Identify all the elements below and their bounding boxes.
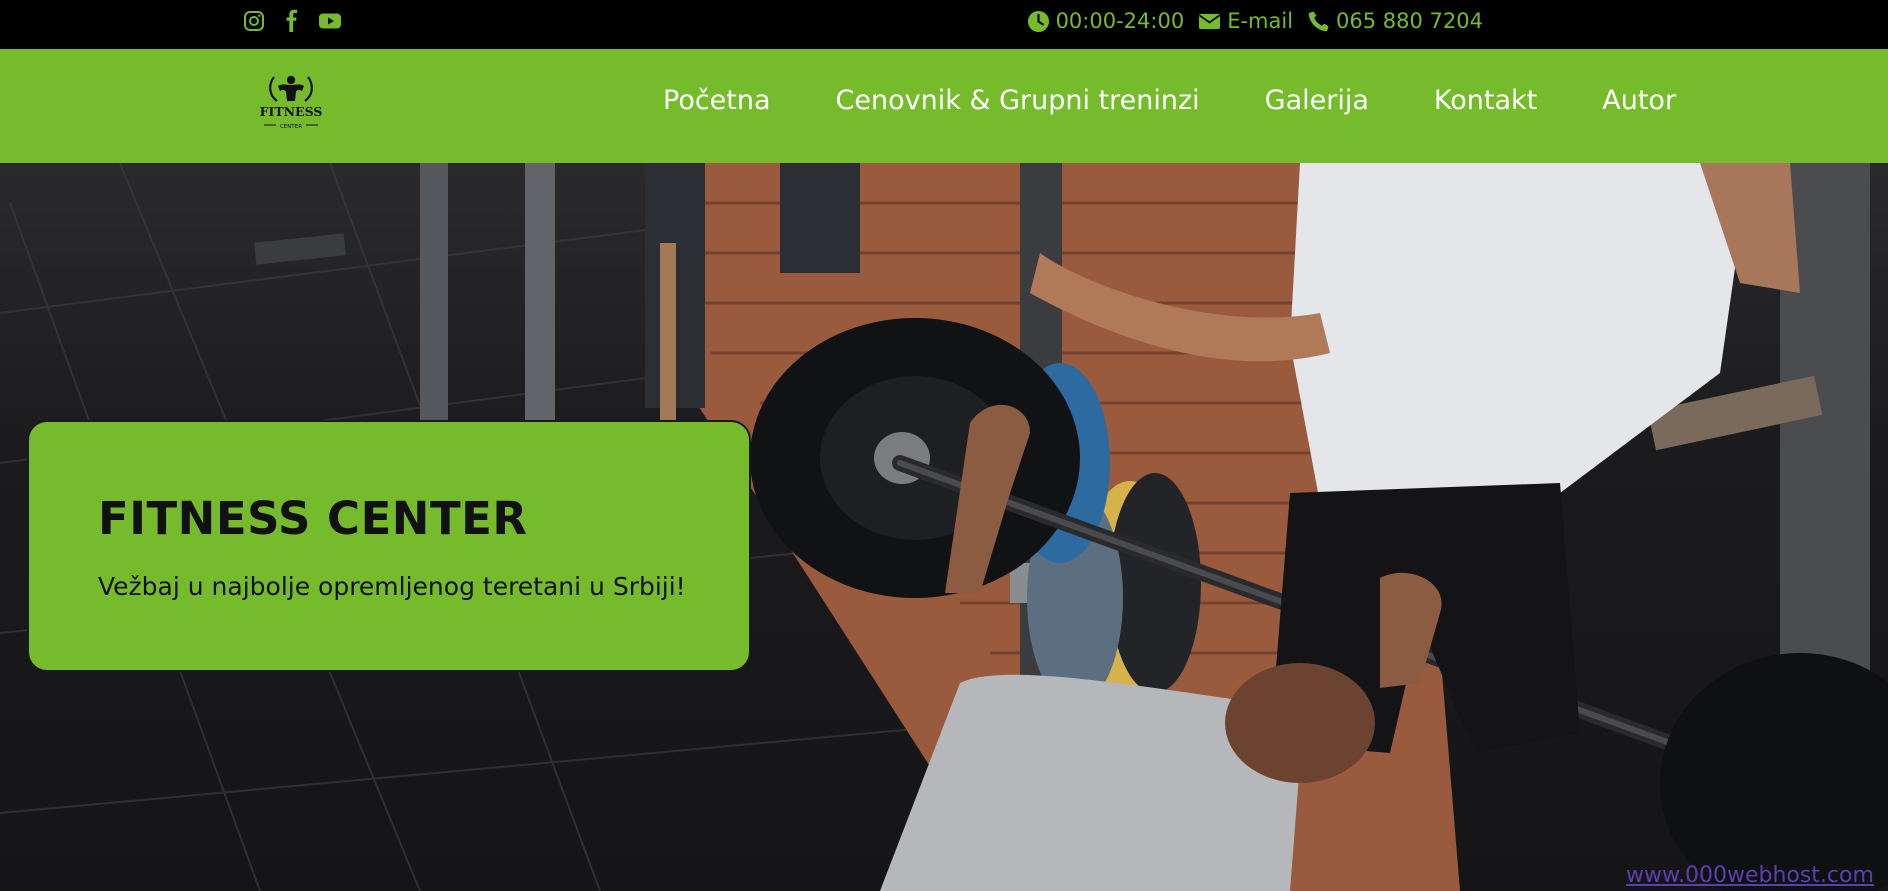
hero-title: FITNESS CENTER [98, 492, 528, 545]
hours-item: 00:00-24:00 [1027, 8, 1185, 34]
logo[interactable]: FITNESS CENTER [254, 71, 328, 135]
host-badge-link[interactable]: www.000webhost.com [1626, 863, 1874, 888]
top-bar: 00:00-24:00 E-mail 065 880 7204 [0, 0, 1888, 49]
instagram-icon[interactable] [242, 9, 266, 33]
nav-item-pocetna[interactable]: Početna [663, 86, 771, 116]
envelope-icon [1198, 10, 1221, 33]
hero-subtitle: Vežbaj u najbolje opremljenog teretani u… [98, 572, 686, 601]
contact-info: 00:00-24:00 E-mail 065 880 7204 [1027, 8, 1483, 34]
email-label: E-mail [1227, 9, 1294, 33]
nav-item-kontakt[interactable]: Kontakt [1434, 86, 1537, 116]
phone-link[interactable]: 065 880 7204 [1307, 8, 1483, 34]
logo-text: FITNESS [260, 104, 323, 119]
facebook-icon[interactable] [280, 9, 304, 33]
nav-item-cenovnik[interactable]: Cenovnik & Grupni treninzi [836, 86, 1200, 116]
nav-item-galerija[interactable]: Galerija [1265, 86, 1369, 116]
logo-subtext: CENTER [280, 124, 302, 130]
nav-item-autor[interactable]: Autor [1602, 86, 1676, 116]
nav-menu: Početna Cenovnik & Grupni treninzi Galer… [663, 86, 1676, 116]
youtube-icon[interactable] [318, 9, 342, 33]
main-nav: FITNESS CENTER Početna Cenovnik & Grupni… [0, 49, 1888, 163]
phone-icon [1307, 10, 1330, 33]
hero-card: FITNESS CENTER Vežbaj u najbolje opremlj… [27, 420, 751, 672]
phone-number: 065 880 7204 [1336, 9, 1483, 33]
social-links [242, 9, 342, 33]
email-link[interactable]: E-mail [1198, 8, 1293, 34]
clock-icon [1027, 10, 1050, 33]
hero-section: FITNESS CENTER Vežbaj u najbolje opremlj… [0, 163, 1888, 891]
hours-text: 00:00-24:00 [1055, 9, 1185, 33]
